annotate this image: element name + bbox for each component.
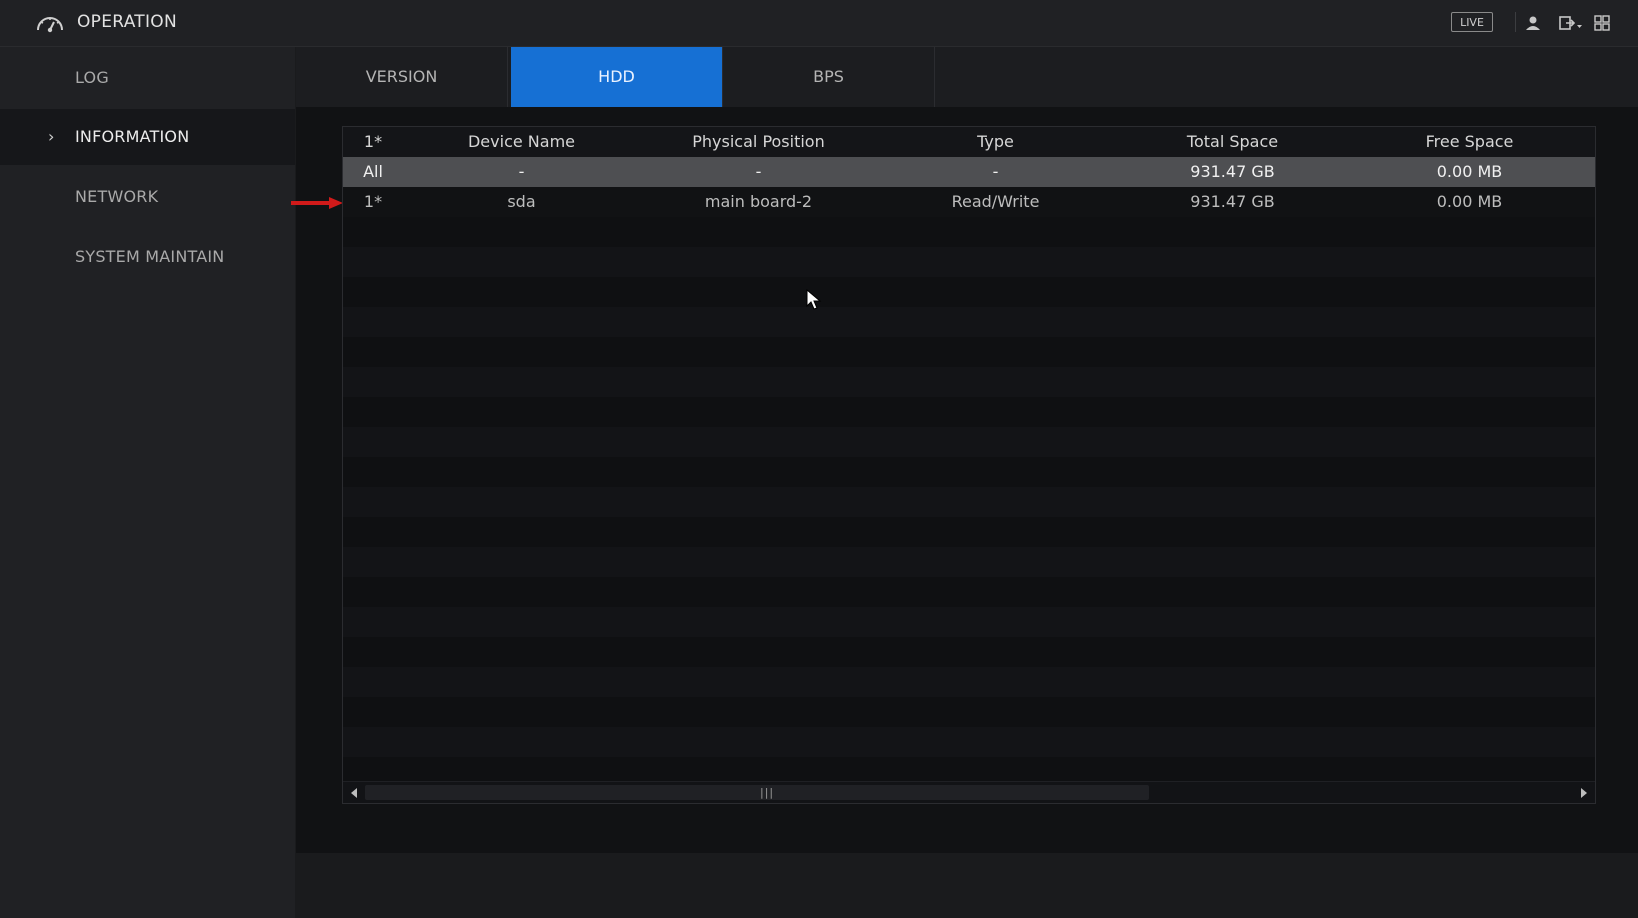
sidebar-item-label: LOG [75, 68, 109, 87]
table-cell: - [755, 162, 762, 181]
column-header[interactable]: Physical Position [640, 127, 877, 157]
table-cell: All [363, 162, 383, 181]
empty-row [343, 547, 1595, 577]
sidebar-item-information[interactable]: › INFORMATION [0, 109, 295, 165]
table-cell: - [518, 162, 525, 181]
live-button[interactable]: LIVE [1451, 12, 1493, 32]
annotation-arrow-icon [291, 197, 343, 209]
column-header[interactable]: Total Space [1114, 127, 1351, 157]
empty-row [343, 727, 1595, 757]
sidebar-item-system-maintain[interactable]: SYSTEM MAINTAIN [0, 229, 295, 285]
table-row[interactable]: 1* sda main board-2 Read/Write 931.47 GB… [343, 187, 1595, 217]
user-icon[interactable] [1523, 13, 1543, 33]
tab-hdd[interactable]: HDD [511, 47, 723, 107]
sidebar-item-label: NETWORK [75, 187, 159, 206]
table-cell: 0.00 MB [1436, 162, 1503, 181]
sidebar-item-label: INFORMATION [75, 127, 190, 146]
footer-area [296, 853, 1638, 918]
hdd-table: 1* Device Name Physical Position Type To… [342, 126, 1596, 804]
table-cell: main board-2 [704, 192, 813, 211]
gauge-icon [37, 17, 63, 33]
empty-row [343, 337, 1595, 367]
empty-row [343, 307, 1595, 337]
sidebar-item-log[interactable]: LOG [0, 50, 295, 106]
scroll-right-icon[interactable] [1581, 788, 1587, 798]
column-header[interactable]: Type [877, 127, 1114, 157]
table-cell: sda [507, 192, 536, 211]
column-header[interactable]: Free Space [1351, 127, 1588, 157]
grid-icon[interactable] [1592, 13, 1612, 33]
empty-row [343, 397, 1595, 427]
empty-row [343, 247, 1595, 277]
empty-row [343, 427, 1595, 457]
logout-icon[interactable] [1558, 13, 1584, 33]
empty-row [343, 577, 1595, 607]
table-cell: Read/Write [951, 192, 1040, 211]
empty-row [343, 667, 1595, 697]
sidebar-item-label: SYSTEM MAINTAIN [75, 247, 225, 266]
empty-row [343, 217, 1595, 247]
grip-icon: ||| [760, 786, 775, 799]
mouse-cursor-icon [806, 289, 822, 310]
horizontal-scrollbar[interactable]: ||| [343, 781, 1595, 803]
table-row[interactable]: All - - - 931.47 GB 0.00 MB [343, 157, 1595, 187]
tab-bps[interactable]: BPS [723, 47, 935, 107]
table-header: 1* Device Name Physical Position Type To… [343, 127, 1595, 157]
empty-row [343, 607, 1595, 637]
table-cell: 0.00 MB [1436, 192, 1503, 211]
empty-row [343, 367, 1595, 397]
empty-row [343, 457, 1595, 487]
top-bar: OPERATION LIVE [0, 0, 1638, 47]
table-cell: 1* [363, 192, 383, 211]
table-cell: 931.47 GB [1190, 192, 1275, 211]
sidebar-item-network[interactable]: NETWORK [0, 169, 295, 225]
tab-version[interactable]: VERSION [296, 47, 508, 107]
table-cell: 931.47 GB [1190, 162, 1275, 181]
tab-bar: VERSION HDD BPS [296, 47, 1638, 107]
chevron-right-icon: › [48, 127, 55, 146]
column-header[interactable]: 1* [343, 127, 403, 157]
table-cell: - [992, 162, 999, 181]
page-title: OPERATION [77, 12, 178, 32]
empty-row [343, 487, 1595, 517]
empty-row [343, 277, 1595, 307]
top-divider [1515, 12, 1516, 32]
scroll-left-icon[interactable] [351, 788, 357, 798]
sidebar: LOG › INFORMATION NETWORK SYSTEM MAINTAI… [0, 47, 295, 918]
scrollbar-thumb[interactable]: ||| [365, 785, 1149, 800]
empty-row [343, 517, 1595, 547]
empty-row [343, 697, 1595, 727]
column-header[interactable]: Device Name [403, 127, 640, 157]
empty-row [343, 637, 1595, 667]
